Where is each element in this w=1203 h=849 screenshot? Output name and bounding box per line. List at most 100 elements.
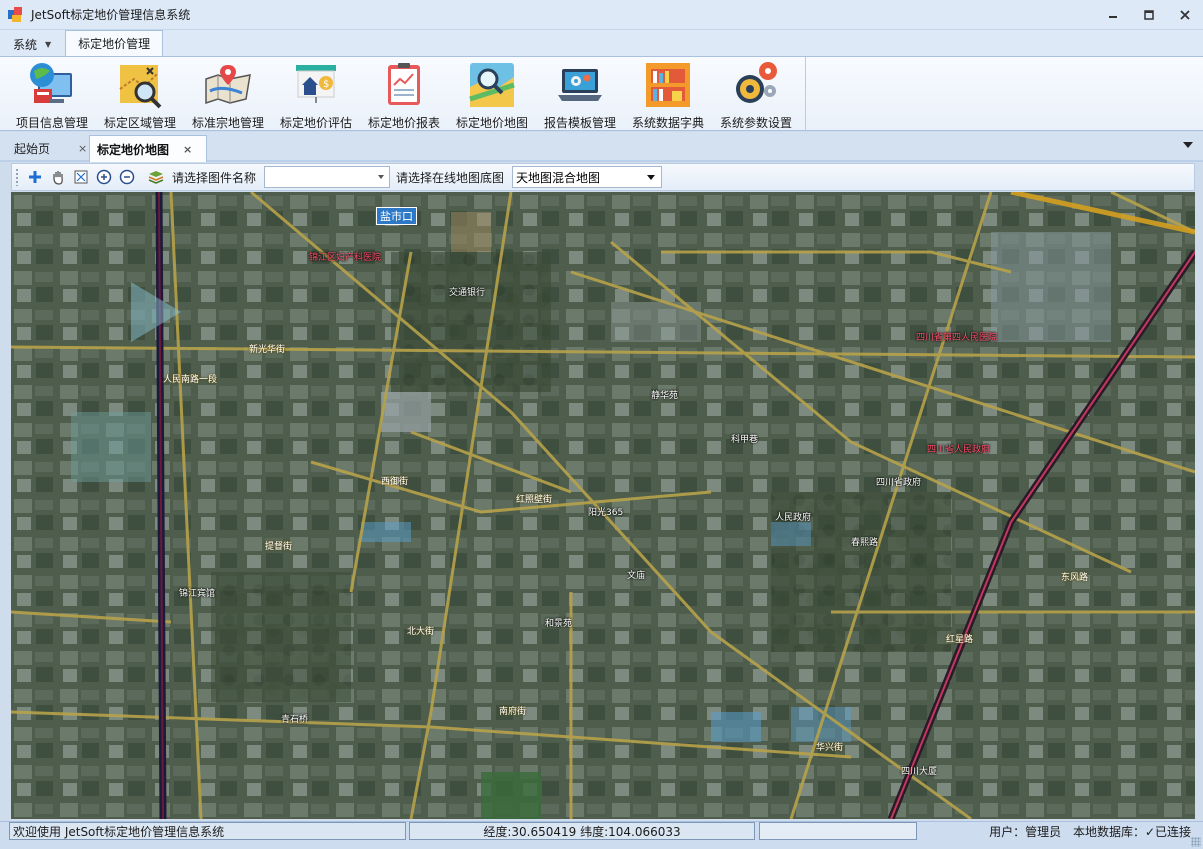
status-right: 用户：管理员 本地数据库：✓已连接 xyxy=(989,823,1191,840)
tab-system-label: 系统 xyxy=(13,37,38,52)
maximize-button[interactable] xyxy=(1131,0,1167,30)
full-extent-button[interactable] xyxy=(70,166,92,188)
globe-computer-icon xyxy=(26,59,78,111)
tab-list-dropdown-icon[interactable] xyxy=(1183,142,1193,148)
status-bar: 欢迎使用 JetSoft标定地价管理信息系统 经度:30.650419 纬度:1… xyxy=(0,821,1203,849)
map-zoom-icon xyxy=(114,59,166,111)
map-poi-label: 锦江区妇产科医院 xyxy=(309,253,382,263)
map-search-icon xyxy=(466,59,518,111)
zoom-in-icon xyxy=(96,169,112,185)
project-info-button[interactable]: 项目信息管理 xyxy=(10,59,94,130)
zoom-out-button[interactable] xyxy=(116,166,138,188)
chevron-down-icon: ▼ xyxy=(45,39,52,49)
layer-select[interactable] xyxy=(264,166,391,188)
map-poi-label: 四川省人民政府 xyxy=(927,445,991,455)
laptop-gear-icon xyxy=(554,59,606,111)
minimize-button[interactable] xyxy=(1095,0,1131,30)
map-poi-label: 科甲巷 xyxy=(731,435,759,445)
project-info-label: 项目信息管理 xyxy=(15,116,88,130)
zoom-in-button[interactable] xyxy=(93,166,115,188)
tab-system[interactable]: 系统 ▼ xyxy=(0,32,61,56)
map-poi-label: 人民政府 xyxy=(775,513,812,523)
report-chart-icon xyxy=(378,59,430,111)
ribbon-panel: 项目信息管理 标定区域管理 标准宗地管理 $ 标定地价评估 标定地价报表 标定地… xyxy=(0,56,1203,131)
status-coordinates: 经度:30.650419 纬度:104.066033 xyxy=(409,822,755,840)
close-icon[interactable]: × xyxy=(78,142,87,155)
layers-button[interactable] xyxy=(145,166,167,188)
data-dictionary-label: 系统数据字典 xyxy=(631,116,704,130)
tab-start-page-label: 起始页 xyxy=(14,142,51,156)
window-controls xyxy=(1095,0,1203,30)
status-database: 本地数据库：✓已连接 xyxy=(1072,825,1191,839)
price-report-button[interactable]: 标定地价报表 xyxy=(362,59,446,130)
map-road-label: 红照壁街 xyxy=(516,495,553,505)
map-road-label: 提督街 xyxy=(265,542,293,552)
basemap-select-value: 天地图混合地图 xyxy=(516,170,601,185)
close-button[interactable] xyxy=(1167,0,1203,30)
toolbar-grip[interactable] xyxy=(15,168,19,186)
layers-icon xyxy=(148,171,164,184)
map-poi-label: 春熙路 xyxy=(851,538,879,548)
map-road-label: 华兴街 xyxy=(816,743,844,753)
zone-management-button[interactable]: 标定区域管理 xyxy=(98,59,182,130)
tab-price-map[interactable]: 标定地价地图 × xyxy=(89,135,207,162)
parcel-management-button[interactable]: 标准宗地管理 xyxy=(186,59,270,130)
ribbon-group: 项目信息管理 标定区域管理 标准宗地管理 $ 标定地价评估 标定地价报表 标定地… xyxy=(6,57,806,130)
system-settings-button[interactable]: 系统参数设置 xyxy=(714,59,798,130)
resize-grip[interactable] xyxy=(1191,837,1201,847)
map-road-label: 人民南路一段 xyxy=(163,375,218,385)
map-poi-label: 四川大厦 xyxy=(901,767,938,777)
map-poi-label: 和景苑 xyxy=(545,619,573,629)
pan-button[interactable] xyxy=(47,166,69,188)
template-management-label: 报告模板管理 xyxy=(543,116,616,130)
map-poi-label: 锦江宾馆 xyxy=(179,589,216,599)
basemap-select-label: 请选择在线地图底图 xyxy=(396,170,505,185)
price-evaluation-button[interactable]: $ 标定地价评估 xyxy=(274,59,358,130)
map-road-label: 红星路 xyxy=(946,635,974,645)
map-pin-icon xyxy=(202,59,254,111)
price-map-button[interactable]: 标定地价地图 xyxy=(450,59,534,130)
map-poi-label: 盐市口 xyxy=(376,207,417,225)
title-bar: JetSoft标定地价管理信息系统 xyxy=(0,0,1203,30)
price-report-label: 标定地价报表 xyxy=(367,116,440,130)
map-poi-label: 四川省政府 xyxy=(876,478,922,488)
document-tab-bar: 起始页 × 标定地价地图 × xyxy=(0,132,1203,162)
house-price-icon: $ xyxy=(290,59,342,111)
zoom-out-icon xyxy=(119,169,135,185)
map-poi-label: 四川省第四人民医院 xyxy=(916,333,998,343)
chevron-down-icon xyxy=(647,175,656,180)
map-poi-label: 青石桥 xyxy=(281,715,309,725)
basemap-select[interactable]: 天地图混合地图 xyxy=(512,166,663,188)
map-road-label: 新光华街 xyxy=(249,345,286,355)
price-map-label: 标定地价地图 xyxy=(455,116,528,130)
full-extent-icon xyxy=(74,170,88,184)
template-management-button[interactable]: 报告模板管理 xyxy=(538,59,622,130)
svg-text:$: $ xyxy=(323,79,329,90)
tab-price-map-label: 标定地价地图 xyxy=(97,142,170,157)
map-view[interactable]: 盐市口 锦江区妇产科医院 交通银行 四川省第四人民医院 四川省人民政府 四川省政… xyxy=(11,192,1195,819)
close-icon[interactable]: × xyxy=(183,143,192,156)
plus-icon xyxy=(29,171,41,183)
status-user: 用户：管理员 xyxy=(989,825,1062,839)
tab-start-page[interactable]: 起始页 × xyxy=(6,135,88,162)
price-evaluation-label: 标定地价评估 xyxy=(279,116,352,130)
map-poi-label: 交通银行 xyxy=(449,288,486,298)
minimize-icon xyxy=(1109,16,1117,18)
data-dictionary-button[interactable]: 系统数据字典 xyxy=(626,59,710,130)
chevron-down-icon xyxy=(378,175,385,179)
bookshelf-icon xyxy=(642,59,694,111)
map-road-label: 北大街 xyxy=(407,627,435,637)
map-poi-label: 文庙 xyxy=(627,571,646,581)
map-poi-label: 阳光365 xyxy=(588,508,624,518)
status-welcome: 欢迎使用 JetSoft标定地价管理信息系统 xyxy=(9,822,406,840)
ribbon-tab-bar: 系统 ▼ 标定地价管理 xyxy=(0,30,1203,56)
close-icon xyxy=(1180,10,1190,20)
map-road-label: 南府街 xyxy=(499,707,527,717)
tab-land-price-management[interactable]: 标定地价管理 xyxy=(65,30,164,56)
system-settings-label: 系统参数设置 xyxy=(719,116,792,130)
add-button[interactable] xyxy=(24,166,46,188)
hand-icon xyxy=(53,171,63,185)
zone-management-label: 标定区域管理 xyxy=(103,116,176,130)
window-title: JetSoft标定地价管理信息系统 xyxy=(31,8,191,22)
parcel-management-label: 标准宗地管理 xyxy=(191,116,264,130)
